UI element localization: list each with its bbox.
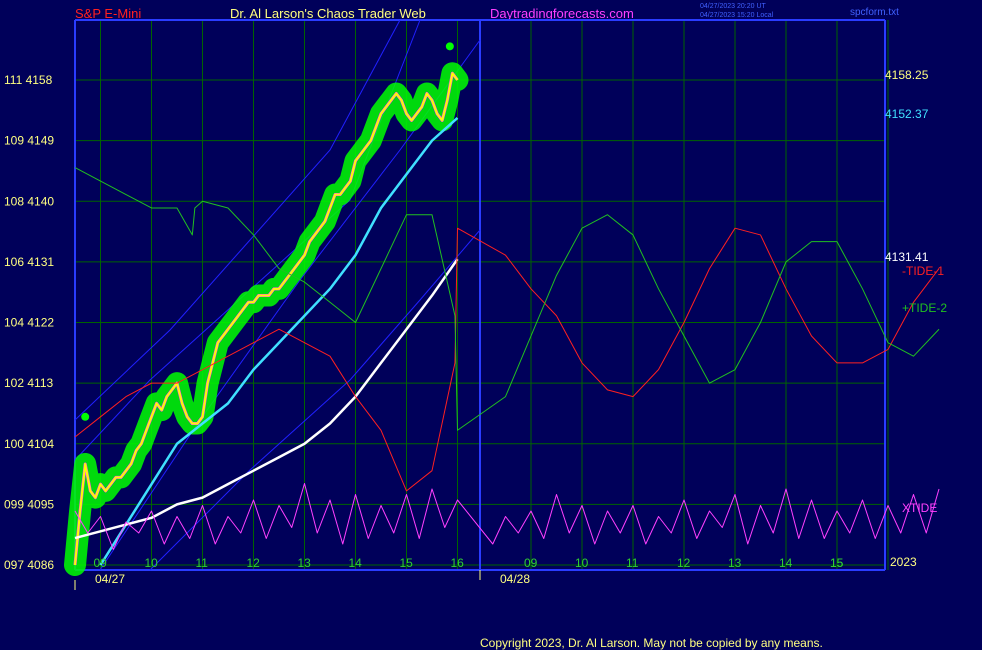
x-tick-label: 13 xyxy=(298,556,312,570)
high-marker xyxy=(81,412,90,421)
x-tick-label: 15 xyxy=(830,556,844,570)
high-marker xyxy=(445,42,454,51)
timestamp-local: 04/27/2023 15:20 Local xyxy=(700,12,774,19)
x-tick-label: 14 xyxy=(349,556,363,570)
y-tick-label: 104 4122 xyxy=(4,316,54,330)
site-title: Dr. Al Larson's Chaos Trader Web xyxy=(230,6,426,21)
x-tick-label: 10 xyxy=(575,556,589,570)
x-tick-label: 14 xyxy=(779,556,793,570)
x-tick-label: 12 xyxy=(247,556,261,570)
y-tick-label: 108 4140 xyxy=(4,194,54,208)
year-label: 2023 xyxy=(890,555,917,569)
x-tick-label: 09 xyxy=(524,556,538,570)
chart: S&P E-Mini Dr. Al Larson's Chaos Trader … xyxy=(0,0,982,650)
y-tick-label: 111 4158 xyxy=(4,73,53,87)
x-tick-label: 16 xyxy=(451,556,465,570)
x-tick-label: 12 xyxy=(677,556,691,570)
timestamp-utc: 04/27/2023 20:20 UT xyxy=(700,3,766,10)
slow-ma-label: 4131.41 xyxy=(885,250,929,264)
x-tick-label: 15 xyxy=(400,556,414,570)
y-tick-label: 102 4113 xyxy=(4,376,53,390)
x-tick-label: 11 xyxy=(626,556,639,570)
y-tick-label: 099 4095 xyxy=(4,497,54,511)
date-label-2: 04/28 xyxy=(500,572,530,586)
y-tick-label: 109 4149 xyxy=(4,134,54,148)
site-url: Daytradingforecasts.com xyxy=(490,6,634,21)
y-tick-label: 097 4086 xyxy=(4,558,54,572)
chart-background xyxy=(0,0,982,650)
instrument-label: S&P E-Mini xyxy=(75,6,141,21)
y-tick-label: 106 4131 xyxy=(4,255,54,269)
last-price-label: 4158.25 xyxy=(885,68,929,82)
tide1-legend: -TIDE-1 xyxy=(902,264,944,278)
source-file-label: spcform.txt xyxy=(850,7,899,18)
x-tick-label: 09 xyxy=(94,556,108,570)
date-label-1: 04/27 xyxy=(95,572,125,586)
x-tick-label: 11 xyxy=(196,556,209,570)
x-tick-label: 10 xyxy=(145,556,159,570)
xtide-legend: XTIDE xyxy=(902,501,937,515)
fast-ma-label: 4152.37 xyxy=(885,107,929,121)
y-tick-label: 100 4104 xyxy=(4,437,54,451)
copyright: Copyright 2023, Dr. Al Larson. May not b… xyxy=(480,636,823,650)
tide2-legend: +TIDE-2 xyxy=(902,301,947,315)
x-tick-label: 13 xyxy=(728,556,742,570)
